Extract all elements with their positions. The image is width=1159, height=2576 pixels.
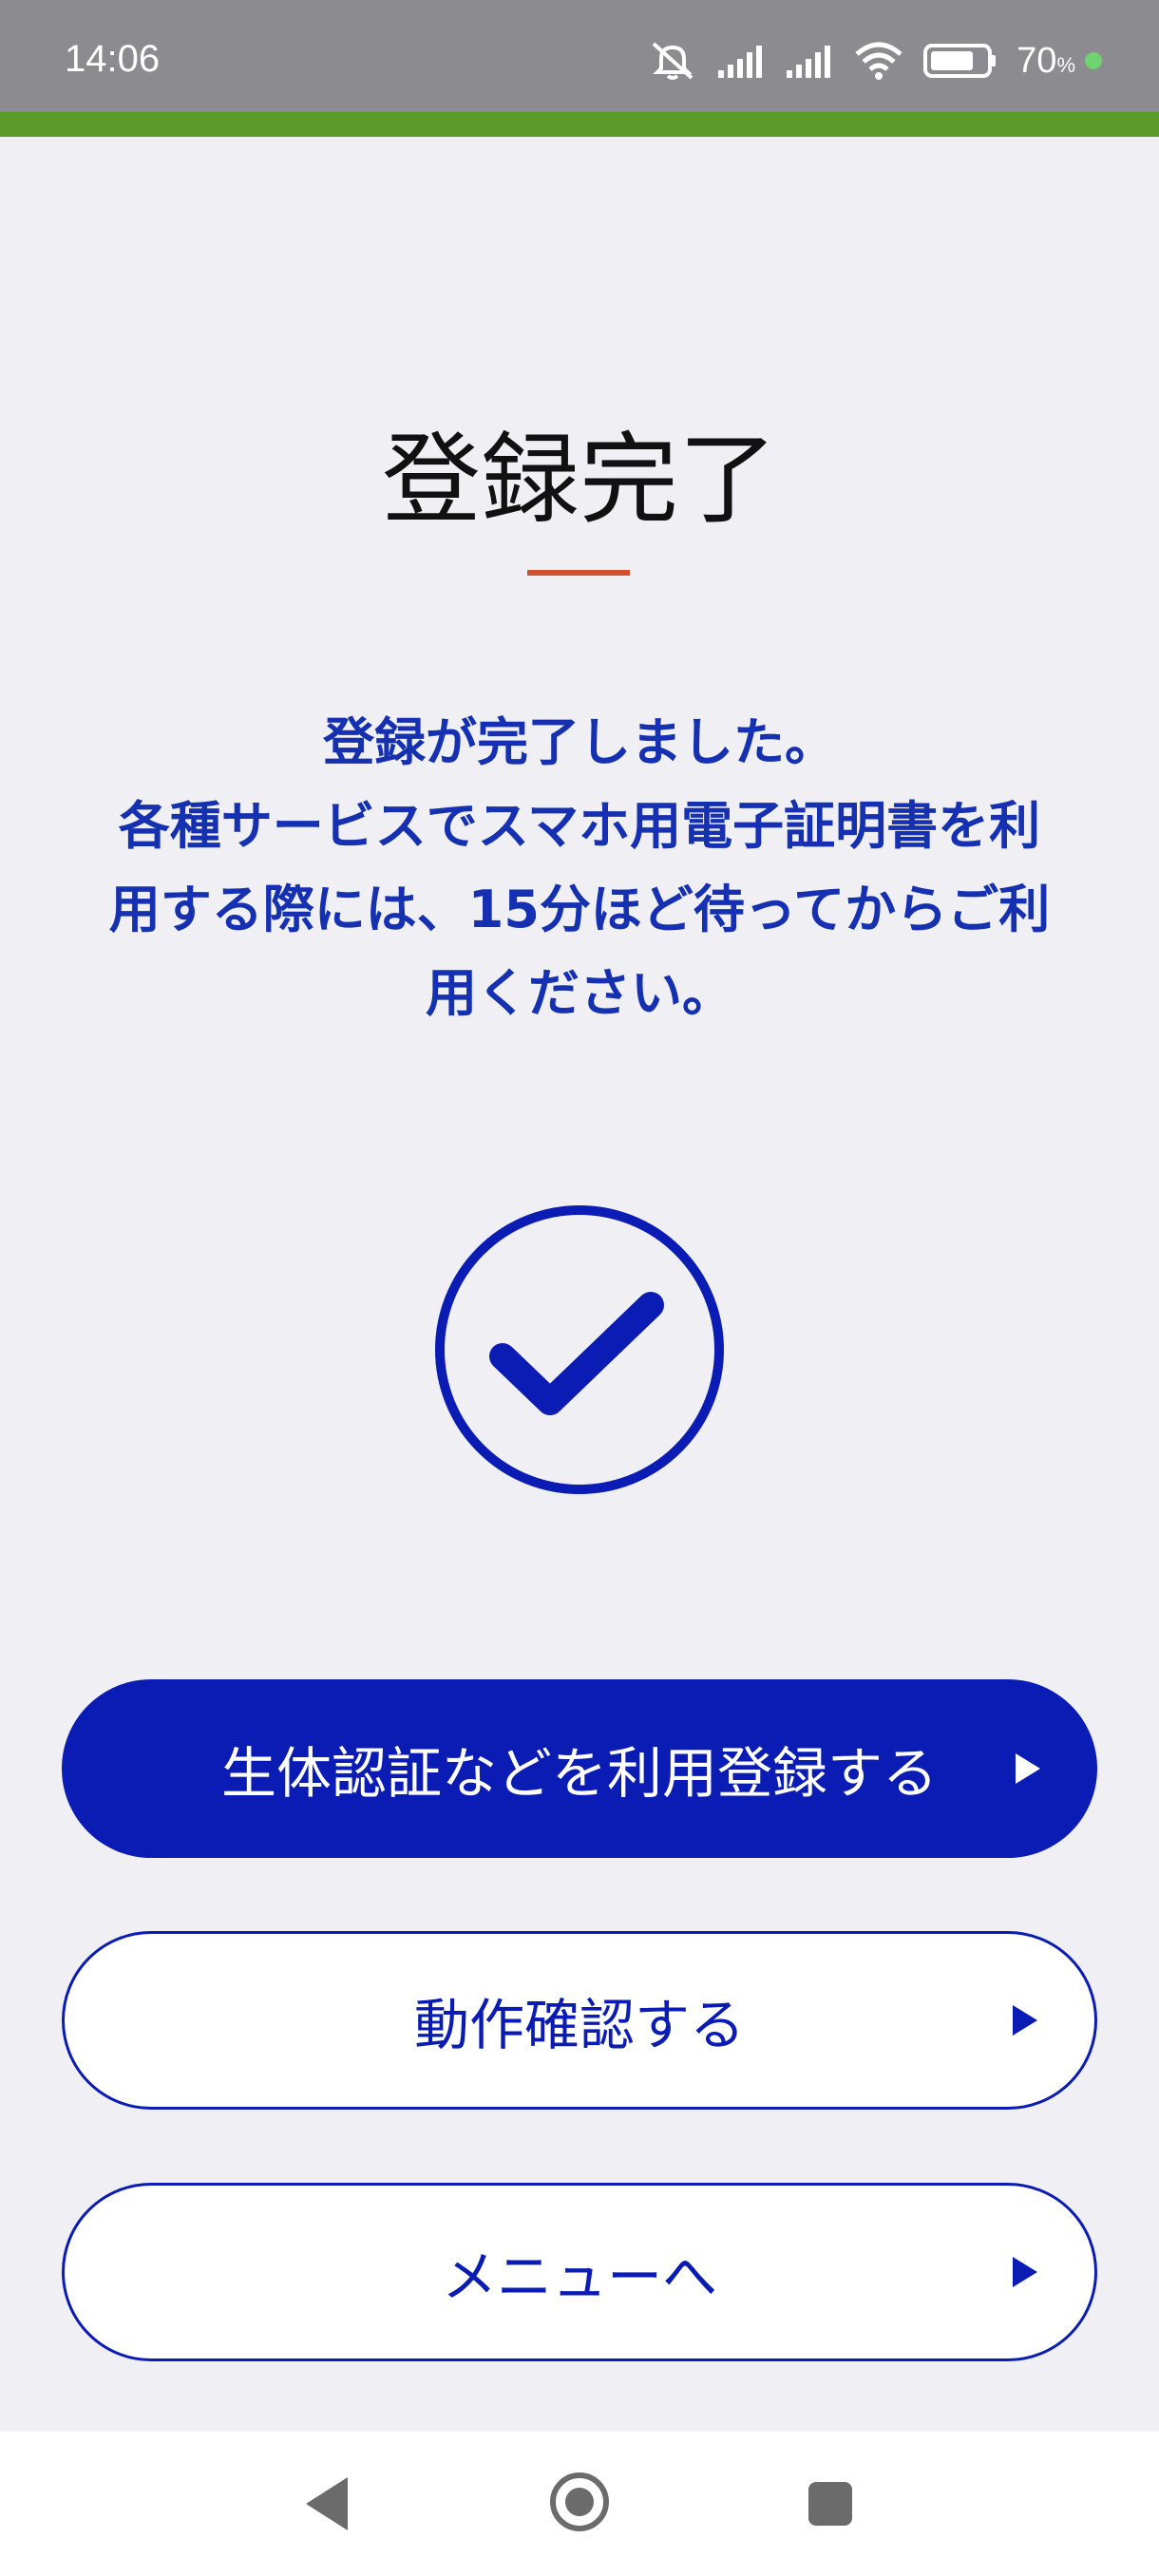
menu-button[interactable]: メニューへ xyxy=(62,2183,1097,2361)
message-line-4: 用ください。 xyxy=(426,963,733,1023)
check-circle-icon xyxy=(435,1205,724,1494)
message-line-3: 用する際には、15分ほど待ってからご利 xyxy=(108,880,1051,939)
wifi-icon xyxy=(855,42,902,80)
operation-check-button[interactable]: 動作確認する xyxy=(62,1931,1097,2110)
status-icons: 70% xyxy=(648,36,1102,85)
status-time: 14:06 xyxy=(65,38,161,80)
play-arrow-icon xyxy=(1013,2005,1037,2036)
message-line-2: 各種サービスでスマホ用電子証明書を利 xyxy=(118,796,1041,856)
biometric-register-label: 生体認証などを利用登録する xyxy=(220,1741,938,1806)
signal-icon xyxy=(787,46,831,78)
mute-icon xyxy=(652,42,694,80)
battery-icon xyxy=(923,44,997,78)
play-arrow-icon xyxy=(1016,1753,1040,1784)
message-line-1: 登録が完了しました。 xyxy=(323,712,836,772)
page-title: 登録完了 xyxy=(381,422,777,538)
play-arrow-icon xyxy=(1013,2257,1037,2287)
battery-level: 70% xyxy=(1016,40,1075,81)
completion-message: 登録が完了しました。 各種サービスでスマホ用電子証明書を利 用する際には、15分… xyxy=(66,701,1092,1035)
biometric-register-button[interactable]: 生体認証などを利用登録する xyxy=(62,1679,1097,1858)
recents-icon[interactable] xyxy=(808,2482,852,2526)
operation-check-label: 動作確認する xyxy=(413,1993,745,2057)
title-underline xyxy=(527,570,630,576)
back-icon[interactable] xyxy=(306,2477,348,2530)
accent-bar xyxy=(0,112,1159,137)
charging-dot xyxy=(1085,52,1102,69)
signal-icon xyxy=(718,46,763,78)
menu-label: メニューへ xyxy=(441,2245,717,2309)
home-icon[interactable] xyxy=(549,2472,610,2532)
status-bar: 14:06 70% xyxy=(0,0,1159,112)
